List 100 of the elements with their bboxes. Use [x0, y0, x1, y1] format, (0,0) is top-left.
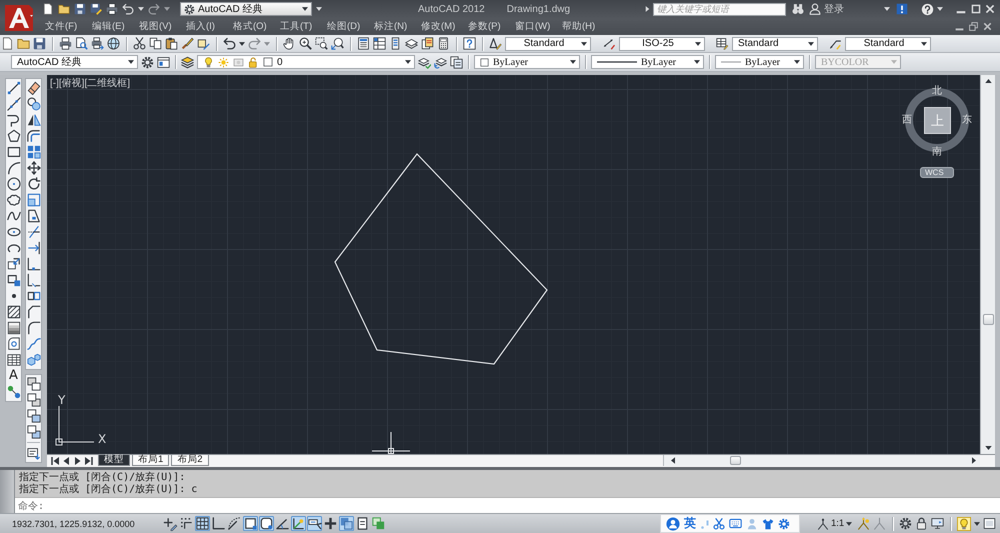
caret-icon[interactable]	[921, 42, 927, 46]
save-as-icon[interactable]	[90, 3, 102, 15]
grid-icon[interactable]	[195, 516, 210, 531]
bring-above-icon[interactable]	[26, 409, 40, 423]
multiline-text-button[interactable]: A	[6, 369, 20, 383]
overlapping-circles-icon[interactable]	[26, 97, 40, 111]
construction-line-icon[interactable]	[6, 97, 20, 111]
angle-tracking-icon[interactable]	[275, 516, 290, 531]
input-mode-button[interactable]: 英	[684, 515, 696, 532]
triangle-brush-icon[interactable]	[489, 37, 502, 50]
join-icon[interactable]	[26, 289, 40, 303]
multileader-style-dropdown[interactable]: Standard	[845, 36, 931, 50]
dynamic-input-icon[interactable]	[307, 516, 322, 531]
insert-block-icon[interactable]	[6, 257, 20, 271]
gear-icon[interactable]	[184, 4, 195, 14]
scroll-left-icon[interactable]	[671, 457, 675, 464]
eraser-icon[interactable]	[26, 81, 40, 95]
command-input-field[interactable]: 命令:	[15, 497, 1000, 513]
new-file-icon[interactable]	[1, 37, 14, 50]
table-icon[interactable]	[6, 353, 20, 367]
menu-item[interactable]: 插入(I)	[186, 20, 233, 33]
caret-icon[interactable]	[937, 7, 943, 11]
move-icon[interactable]	[26, 161, 40, 175]
gear-icon[interactable]	[899, 517, 912, 530]
horizontal-scrollbar[interactable]	[663, 455, 980, 466]
copy-icon[interactable]	[149, 37, 162, 50]
layout-tab[interactable]: 布局1	[132, 455, 170, 466]
rotate-icon[interactable]	[26, 177, 40, 191]
line-icon[interactable]	[6, 81, 20, 95]
mirror-icon[interactable]	[26, 113, 40, 127]
point-icon[interactable]	[12, 294, 16, 298]
window-icon[interactable]	[983, 517, 996, 530]
caret-icon[interactable]	[974, 522, 980, 526]
block-icon[interactable]	[6, 273, 20, 287]
menu-item[interactable]: 参数(P)	[468, 20, 515, 33]
layers-icon[interactable]	[181, 56, 194, 68]
undo-icon[interactable]	[223, 37, 236, 50]
color-swatch-icon[interactable]	[480, 58, 489, 66]
viewport-control[interactable]: [二维线框]	[84, 78, 130, 90]
3d-object-snap-icon[interactable]	[259, 516, 274, 531]
block-pencil-icon[interactable]	[197, 37, 210, 50]
layout-tab[interactable]: 布局2	[171, 455, 209, 466]
user-icon[interactable]	[809, 3, 821, 15]
caret-icon[interactable]	[405, 60, 411, 64]
compass-label[interactable]: 南	[932, 146, 942, 158]
spline-icon[interactable]	[6, 209, 20, 223]
table-style-dropdown[interactable]: Standard	[732, 36, 818, 50]
break-icon[interactable]	[26, 273, 40, 287]
restore-icon[interactable]	[969, 22, 978, 31]
snap-icon[interactable]	[179, 516, 194, 531]
send-under-icon[interactable]	[26, 425, 40, 439]
expand-arrow-icon[interactable]	[645, 5, 650, 13]
hand-icon[interactable]	[283, 37, 296, 50]
monitor-icon[interactable]	[931, 517, 944, 530]
globe-icon[interactable]	[107, 37, 120, 50]
layers-check-icon[interactable]	[418, 56, 431, 68]
scrollbar-thumb[interactable]	[982, 314, 994, 325]
linetype-dropdown[interactable]: ByLayer	[591, 55, 704, 69]
menu-item[interactable]: 标注(N)	[374, 20, 421, 33]
ellipse-icon[interactable]	[6, 225, 20, 239]
caret-icon[interactable]	[581, 42, 587, 46]
scissors-icon[interactable]	[133, 37, 146, 50]
caret-icon[interactable]	[695, 42, 701, 46]
info-icon[interactable]	[896, 3, 908, 15]
gradient-icon[interactable]	[6, 321, 20, 335]
array-icon[interactable]	[26, 145, 40, 159]
text-style-dropdown[interactable]: Standard	[505, 36, 591, 50]
break-at-point-icon[interactable]	[26, 257, 40, 271]
scissors-icon[interactable]	[713, 518, 725, 530]
dynamic-ucs-icon[interactable]	[291, 516, 306, 531]
caret-icon[interactable]	[846, 522, 852, 526]
open-folder-icon[interactable]	[58, 3, 70, 15]
fillet-icon[interactable]	[26, 321, 40, 335]
split-panel-icon[interactable]	[373, 37, 386, 50]
quick-properties-icon[interactable]	[355, 516, 370, 531]
redo-icon[interactable]	[148, 3, 160, 15]
previous-tab-icon[interactable]	[62, 456, 71, 466]
page-magnifier-icon[interactable]	[75, 37, 88, 50]
close-icon[interactable]	[985, 4, 995, 14]
color-swatch-icon[interactable]	[263, 57, 273, 67]
bulb-icon[interactable]	[957, 516, 972, 530]
annotation-scale-button[interactable]: 1:1	[815, 518, 854, 530]
window-icon[interactable]	[157, 56, 170, 68]
trim-icon[interactable]	[26, 225, 40, 239]
line-sample-icon[interactable]	[597, 61, 637, 63]
zoom-previous-icon[interactable]	[331, 37, 344, 50]
transparency-icon[interactable]	[339, 516, 354, 531]
close-icon[interactable]	[983, 22, 992, 31]
caret-icon[interactable]	[239, 42, 245, 46]
dimension-style-dropdown[interactable]: ISO-25	[619, 36, 705, 50]
arc-icon[interactable]	[6, 161, 20, 175]
caret-icon[interactable]	[884, 7, 890, 11]
caret-icon[interactable]	[316, 7, 322, 11]
save-icon[interactable]	[74, 3, 86, 15]
paintbrush-icon[interactable]	[181, 37, 194, 50]
menu-item[interactable]: 格式(O)	[233, 20, 280, 33]
drawing-canvas[interactable]: [-][俯视][二维线框] 北 西 上 东 南 WCS Y X	[47, 75, 980, 454]
zoom-icon[interactable]	[299, 37, 312, 50]
caret-icon[interactable]	[694, 60, 700, 64]
infer-constraints-icon[interactable]	[163, 516, 178, 531]
